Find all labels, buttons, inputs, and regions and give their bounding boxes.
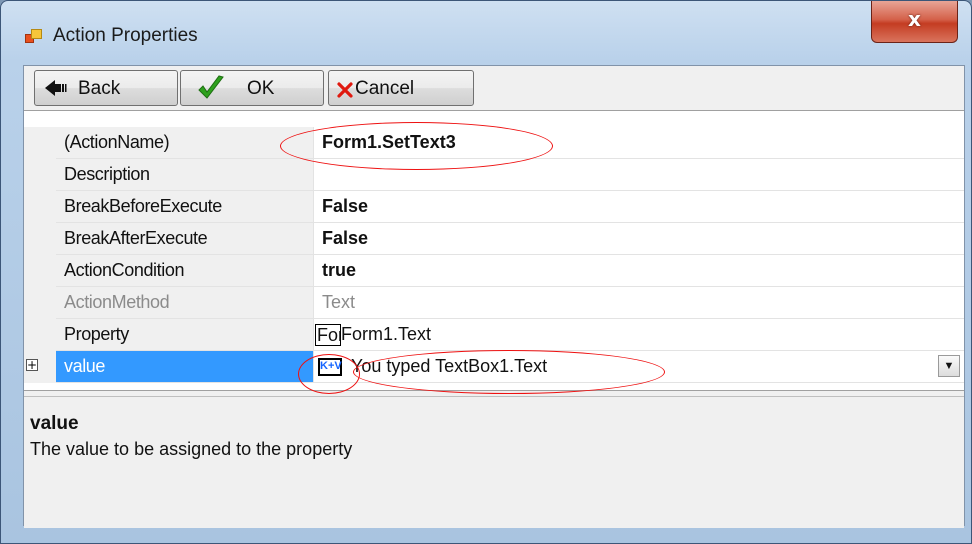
help-description: The value to be assigned to the property <box>30 439 353 459</box>
app-window-icon <box>25 28 42 44</box>
property-value[interactable]: Text <box>313 287 964 319</box>
property-name: ActionCondition <box>56 255 313 287</box>
back-button[interactable]: Back <box>34 70 178 106</box>
grid-row-action-condition[interactable]: ActionCondition true <box>24 255 964 287</box>
property-name: ActionMethod <box>56 287 313 319</box>
expand-icon[interactable]: + <box>26 359 38 371</box>
property-value[interactable]: Form1.SetText3 <box>313 127 964 159</box>
dialog-client-area: Back OK Cancel (ActionName) Form1.SetTex… <box>23 65 965 528</box>
title-bar[interactable]: Action Properties x <box>1 1 971 65</box>
property-value-text: Form1.Text <box>341 324 432 344</box>
grid-row-break-before-execute[interactable]: BreakBeforeExecute False <box>24 191 964 223</box>
property-value[interactable]: FormForm1.Text <box>313 319 964 351</box>
cancel-button[interactable]: Cancel <box>328 70 474 106</box>
close-button[interactable]: x <box>871 1 958 43</box>
ok-button[interactable]: OK <box>180 70 324 106</box>
toolbar: Back OK Cancel <box>24 66 964 110</box>
property-name: (ActionName) <box>56 127 313 159</box>
close-icon: x <box>908 7 921 31</box>
form-property-icon: Form <box>315 324 341 347</box>
grid-row-action-name[interactable]: (ActionName) Form1.SetText3 <box>24 127 964 159</box>
grid-row-property[interactable]: Property FormForm1.Text <box>24 319 964 351</box>
property-value[interactable]: true <box>313 255 964 287</box>
property-grid: (ActionName) Form1.SetText3 Description … <box>24 110 964 391</box>
property-name: Property <box>56 319 313 351</box>
property-name: Description <box>56 159 313 191</box>
property-value[interactable]: False <box>313 191 964 223</box>
property-value[interactable] <box>313 159 964 191</box>
grid-row-break-after-execute[interactable]: BreakAfterExecute False <box>24 223 964 255</box>
grid-row-action-method[interactable]: ActionMethod Text <box>24 287 964 319</box>
cancel-label: Cancel <box>355 78 415 99</box>
ok-label: OK <box>247 78 275 99</box>
checkmark-icon <box>198 75 224 99</box>
red-x-icon <box>337 82 353 98</box>
grid-row-description[interactable]: Description <box>24 159 964 191</box>
property-value-text: You typed TextBox1.Text <box>351 356 548 376</box>
action-properties-window: Action Properties x Back OK Cancel (Acti… <box>0 0 972 544</box>
property-name: BreakBeforeExecute <box>56 191 313 223</box>
help-panel: value The value to be assigned to the pr… <box>24 396 964 528</box>
back-arrow-icon <box>45 80 67 96</box>
back-label: Back <box>78 78 121 99</box>
property-value[interactable]: False <box>313 223 964 255</box>
grid-row-value[interactable]: + value K+V You typed TextBox1.Text ▼ <box>24 351 964 383</box>
math-expression-icon: K+V <box>318 358 342 377</box>
help-title: value <box>30 413 79 434</box>
dropdown-arrow-icon[interactable]: ▼ <box>938 355 960 377</box>
property-name: value <box>56 351 313 383</box>
window-title: Action Properties <box>53 25 198 46</box>
property-name: BreakAfterExecute <box>56 223 313 255</box>
property-value[interactable]: K+V You typed TextBox1.Text ▼ <box>313 351 964 383</box>
